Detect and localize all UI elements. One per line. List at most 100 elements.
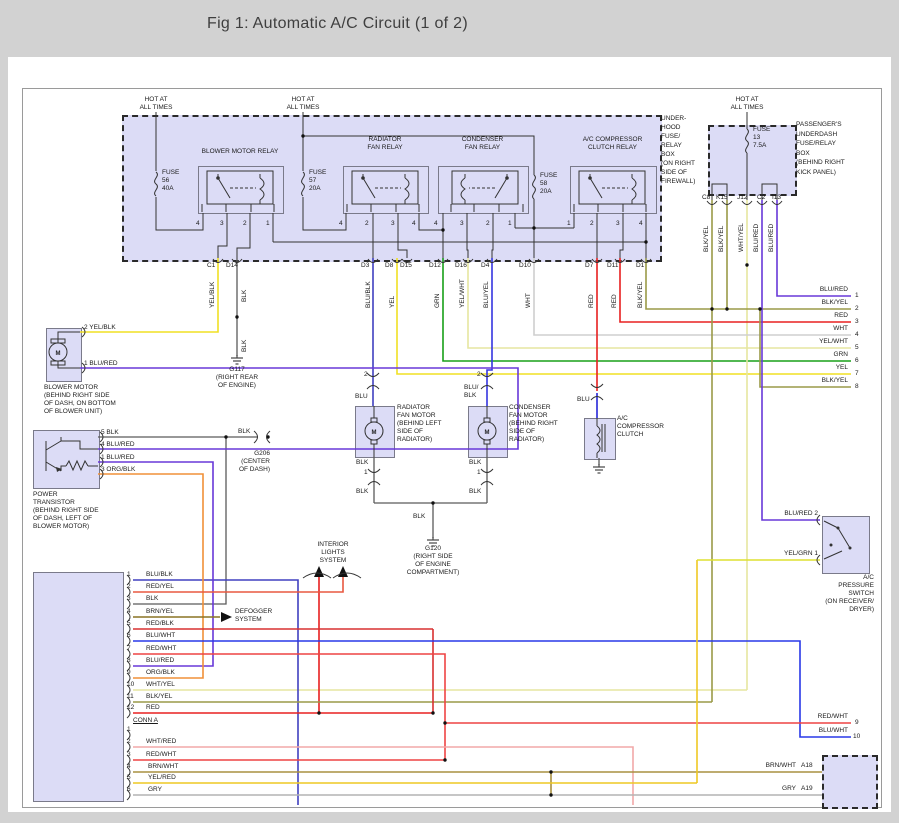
terminal-number: 4 — [855, 331, 859, 339]
wire-color-label: BLK — [356, 488, 368, 496]
wire-color-label: BLK/YEL — [703, 208, 711, 252]
wire-color-label: BLK — [469, 459, 481, 467]
terminal-number: 7 — [855, 370, 859, 378]
wire-color-label: WHT/YEL — [738, 208, 746, 252]
relay-pin: 2 — [365, 220, 369, 228]
terminal-number: A18 — [801, 762, 813, 770]
conn-a-pin-wire: BLU/WHT — [146, 632, 175, 640]
condenser-fan-relay-box — [438, 166, 529, 214]
transistor-pin-label: 3 ORG/BLK — [101, 466, 135, 474]
relay-pin: 3 — [460, 220, 464, 228]
wire-color-label: YEL — [389, 262, 397, 308]
g120-wire-label: BLK — [413, 513, 425, 521]
wire-color-label: BLU/BLK — [365, 262, 373, 308]
terminal-wire-label: BLU/RED — [762, 286, 848, 294]
terminal-wire-label: YEL — [762, 364, 848, 372]
g206-wire-label: BLK — [238, 428, 250, 436]
wire-color-label: BLU/YEL — [483, 262, 491, 308]
conn-a-pin-number: 1 — [127, 571, 131, 579]
relay-pin: 2 — [243, 220, 247, 228]
terminal-number: 3 — [855, 318, 859, 326]
inline-connector-number: 1 — [364, 469, 368, 477]
conn-a-pin-wire: RED/BLK — [146, 620, 174, 628]
transistor-pin-label: 5 BLK — [101, 429, 119, 437]
conn-a-pin-wire: BLK/YEL — [146, 693, 172, 701]
terminal-number: A19 — [801, 785, 813, 793]
radiator-fan-relay-box — [343, 166, 429, 214]
conn-a-pin-wire: WHT/YEL — [146, 681, 175, 689]
relay-pin: 1 — [508, 220, 512, 228]
terminal-wire-label: BLK/YEL — [762, 299, 848, 307]
conn-a-pin-wire: BLU/BLK — [146, 571, 173, 579]
ac-control-unit-box — [33, 572, 124, 802]
wire-color-label: BLU — [577, 396, 590, 404]
hot-at-all-times: HOT AT ALL TIMES — [275, 96, 331, 112]
terminal-wire-label: RED/WHT — [762, 713, 848, 721]
relay-pin: 4 — [412, 220, 416, 228]
wire-color-label: GRN — [434, 262, 442, 308]
conn-a-pin-wire: RED/WHT — [146, 645, 176, 653]
g117-wire-label: BLK — [241, 322, 249, 352]
relay-pin: 3 — [220, 220, 224, 228]
terminal-wire-label: BLK/YEL — [762, 377, 848, 385]
underhood-box-note: UNDER- HOOD FUSE/ RELAY BOX (ON RIGHT SI… — [661, 114, 695, 186]
inline-connector-number: 1 — [477, 469, 481, 477]
connector-id: C2 — [757, 194, 765, 202]
wire-color-label: RED — [588, 262, 596, 308]
blower-pin1-label: 1 BLU/RED — [84, 360, 118, 368]
fuse-13-label: FUSE 13 7.5A — [753, 126, 770, 150]
conn-a-pin-wire: RED — [146, 704, 160, 712]
ac-compressor-clutch-note: A/C COMPRESSOR CLUTCH — [617, 415, 664, 439]
relay-pin: 4 — [639, 220, 643, 228]
g117-label: G117 (RIGHT REAR OF ENGINE) — [205, 366, 269, 390]
wire-color-label: YEL/BLK — [209, 262, 217, 308]
wire-color-label: BLU/ BLK — [464, 384, 478, 400]
conn-a-pin-number: 4 — [127, 608, 131, 616]
relay-pin: 2 — [486, 220, 490, 228]
conn-a-pin-number: 7 — [127, 645, 131, 653]
transistor-pin-label: 1 BLU/RED — [101, 454, 135, 462]
relay-pin: 3 — [616, 220, 620, 228]
wire-color-label: BLK — [469, 488, 481, 496]
terminal-wire-label: BLU/WHT — [762, 727, 848, 735]
blower-motor-relay-box — [198, 166, 284, 214]
wire-color-label: BLU — [355, 393, 368, 401]
terminal-wire-label: GRY — [736, 785, 796, 793]
conn-a-pin-wire: BLU/RED — [146, 657, 174, 665]
connector-id: I13 — [772, 194, 781, 202]
interior-lights-system-label: INTERIOR LIGHTS SYSTEM — [305, 541, 361, 565]
power-transistor-box — [33, 430, 100, 489]
conn-a-pin-number: 2 — [127, 583, 131, 591]
wiring-diagram-page: Fig 1: Automatic A/C Circuit (1 of 2) — [0, 0, 899, 823]
blower-motor-note: BLOWER MOTOR (BEHIND RIGHT SIDE OF DASH,… — [44, 384, 116, 416]
connector-id: K15 — [716, 194, 728, 202]
relay-pin: 4 — [196, 220, 200, 228]
fuse-58-label: FUSE 58 20A — [540, 172, 557, 196]
conn-a2-pin-wire: YEL/RED — [148, 774, 176, 782]
terminal-wire-label: BRN/WHT — [716, 762, 796, 770]
bottom-right-connector-box — [822, 755, 878, 809]
connector-id: D14 — [226, 262, 238, 270]
hot-at-all-times: HOT AT ALL TIMES — [719, 96, 775, 112]
g206-label: G206 (CENTER OF DASH) — [224, 450, 270, 474]
g120-label: G120 (RIGHT SIDE OF ENGINE COMPARTMENT) — [398, 545, 468, 577]
page-title: Fig 1: Automatic A/C Circuit (1 of 2) — [207, 14, 468, 34]
relay-name: RADIATOR FAN RELAY — [343, 136, 427, 152]
conn-a2-pin-number: 6 — [127, 786, 131, 794]
conn-a2-pin-wire: WHT/RED — [146, 738, 176, 746]
power-transistor-note: POWER TRANSISTOR (BEHIND RIGHT SIDE OF D… — [33, 491, 99, 531]
conn-a2-pin-wire: RED/WHT — [146, 751, 176, 759]
ac-compressor-clutch-relay-box — [570, 166, 657, 214]
relay-pin: 1 — [567, 220, 571, 228]
defogger-system-label: DEFOGGER SYSTEM — [235, 608, 272, 624]
ac-pressure-switch-note: A/C PRESSURE SWITCH (ON RECEIVER/ DRYER) — [790, 574, 874, 614]
inline-connector-number: 2 — [477, 371, 481, 379]
fuse-56-label: FUSE 56 40A — [162, 169, 179, 193]
terminal-number: 10 — [853, 733, 860, 741]
blower-motor-box — [46, 328, 82, 382]
connector-id: D15 — [400, 262, 412, 270]
ac-compressor-clutch-box — [584, 418, 616, 460]
conn-a-pin-number: 10 — [127, 681, 134, 689]
fuse-57-label: FUSE 57 20A — [309, 169, 326, 193]
switch-pin1-label: YEL/GRN 1 — [760, 550, 818, 558]
